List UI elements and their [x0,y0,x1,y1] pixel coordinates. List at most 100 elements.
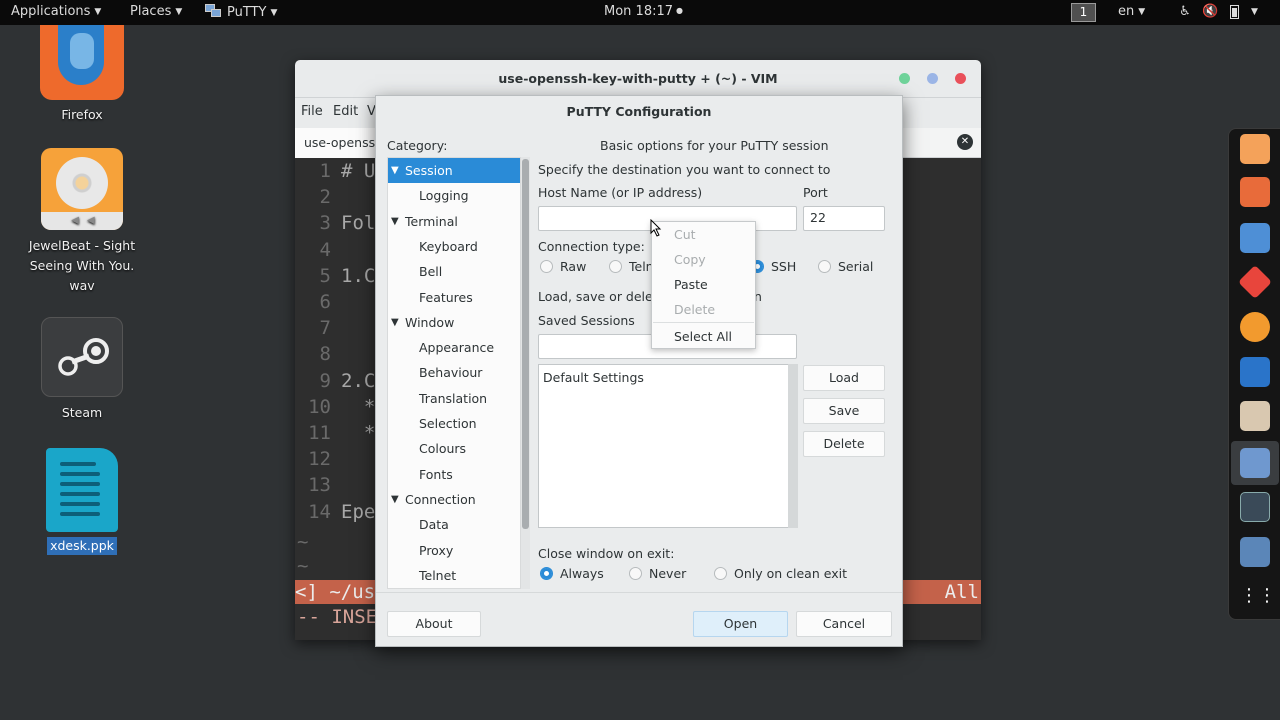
tab-close-icon[interactable]: ✕ [957,134,973,150]
radio-dot-checked [540,567,553,580]
menu-item-paste[interactable]: Paste [674,277,708,292]
radio-dot [540,260,553,273]
volume-muted-icon[interactable]: 🔇 [1202,3,1218,21]
tree-item-behaviour[interactable]: Behaviour [388,360,520,385]
save-button[interactable]: Save [803,398,885,424]
radio-always[interactable]: Always [540,566,604,581]
top-panel: Applications ▼ Places ▼ PuTTY ▼ Mon 18:17 ● … [0,0,1280,25]
chevron-down-icon: ▼ [270,8,278,18]
category-scrollbar[interactable] [521,157,530,589]
radio-dot [818,260,831,273]
tree-item-translation[interactable]: Translation [388,386,520,411]
workspace-indicator[interactable]: 1 [1071,3,1096,22]
desktop-icon-jewelbeat[interactable]: ◀◀ ❚❚ ▶▶ JewelBeat - Sight Seeing With Y… [22,148,142,296]
mouse-cursor-icon [650,219,662,237]
load-button[interactable]: Load [803,365,885,391]
putty-config-dialog: PuTTY Configuration Category: Basic opti… [375,95,903,647]
vlc-icon[interactable] [1240,312,1270,342]
chevron-down-icon: ▼ [1138,7,1146,17]
line-number: 6 [319,291,331,313]
dialog-title: PuTTY Configuration [566,104,712,119]
line-number: 12 [308,448,331,471]
tree-item-features[interactable]: Features [388,285,520,310]
radio-never[interactable]: Never [629,566,686,581]
menu-item-cut[interactable]: Cut [674,227,696,242]
about-button[interactable]: About [387,611,481,637]
radio-dot [609,260,622,273]
git-icon[interactable] [1238,265,1272,299]
tree-item-selection[interactable]: Selection [388,411,520,436]
destination-label: Specify the destination you want to conn… [538,162,831,177]
expander-arrow-icon[interactable]: ▼ [391,310,399,335]
chromium-icon[interactable] [1240,223,1270,253]
firefox-icon[interactable] [1240,177,1270,207]
tree-item-data[interactable]: Data [388,512,520,537]
radio-ssh[interactable]: SSH [751,259,796,274]
tree-item-label: Bell [419,264,443,280]
tree-item-telnet[interactable]: Telnet [388,563,520,588]
vim-titlebar[interactable]: use-openssh-key-with-putty + (~) - VIM [295,60,981,98]
network-icon[interactable] [1240,537,1270,567]
system-menu-chevron-icon[interactable]: ▼ [1251,7,1258,17]
menu-file[interactable]: File [301,104,323,119]
app-grid-icon[interactable]: ⋮⋮ [1240,581,1276,611]
host-label: Host Name (or IP address) [538,185,703,200]
putty-icon[interactable] [1240,448,1270,478]
maximize-button[interactable] [927,73,938,84]
radio-only-clean-exit[interactable]: Only on clean exit [714,566,847,581]
cancel-button[interactable]: Cancel [796,611,892,637]
menu-edit[interactable]: Edit [333,104,358,119]
battery-icon[interactable] [1226,3,1242,21]
tree-item-bell[interactable]: Bell [388,259,520,284]
meter-icon[interactable] [1240,357,1270,387]
line-text: 2.C [341,369,376,392]
places-menu[interactable]: Places ▼ [130,4,182,19]
line-text: # U [341,160,376,182]
menu-item-select-all[interactable]: Select All [674,329,732,344]
expander-arrow-icon[interactable]: ▼ [391,158,399,183]
line-text: * [341,395,376,418]
radio-raw[interactable]: Raw [540,259,586,274]
desktop-icon-steam[interactable]: Steam [22,317,142,423]
radio-telnet[interactable]: Teln [609,259,654,274]
empty-line-tilde: ~ [297,555,309,577]
sessions-scrollbar[interactable] [788,364,798,528]
sessions-list[interactable]: Default Settings [538,364,789,528]
applications-menu[interactable]: Applications ▼ [11,4,101,19]
tree-item-appearance[interactable]: Appearance [388,335,520,360]
tree-item-fonts[interactable]: Fonts [388,462,520,487]
tree-item-session[interactable]: ▼ Session [388,158,520,183]
desktop-icon-firefox[interactable]: Firefox [22,25,142,125]
dock: ⋮⋮ [1228,128,1280,620]
chevron-down-icon: ▼ [94,7,102,17]
close-button[interactable] [955,73,966,84]
clock[interactable]: Mon 18:17 ● [604,4,683,19]
tree-item-terminal[interactable]: ▼ Terminal [388,209,520,234]
minimize-button[interactable] [899,73,910,84]
app-menu[interactable]: PuTTY ▼ [205,4,277,20]
delete-button[interactable]: Delete [803,431,885,457]
desktop-icon-xdesk-ppk[interactable]: xdesk.ppk [22,448,142,556]
scrollbar-thumb[interactable] [522,159,529,529]
radio-serial[interactable]: Serial [818,259,873,274]
expander-arrow-icon[interactable]: ▼ [391,487,399,512]
port-input[interactable]: 22 [803,206,885,231]
tree-item-logging[interactable]: Logging [388,183,520,208]
tree-item-proxy[interactable]: Proxy [388,538,520,563]
files-icon[interactable] [1240,134,1270,164]
tree-item-window[interactable]: ▼ Window [388,310,520,335]
open-button[interactable]: Open [693,611,788,637]
menu-item-delete[interactable]: Delete [674,302,715,317]
menu-item-copy[interactable]: Copy [674,252,706,267]
tree-item-keyboard[interactable]: Keyboard [388,234,520,259]
accessibility-icon[interactable]: ♿ [1177,3,1193,21]
keyboard-layout-menu[interactable]: en ▼ [1118,4,1145,19]
text-editor-icon[interactable] [1240,401,1270,431]
tree-item-colours[interactable]: Colours [388,436,520,461]
terminal-icon[interactable] [1240,492,1270,522]
list-item[interactable]: Default Settings [543,370,644,385]
radio-dot [629,567,642,580]
tree-item-connection[interactable]: ▼ Connection [388,487,520,512]
line-number: 8 [319,343,331,366]
expander-arrow-icon[interactable]: ▼ [391,209,399,234]
